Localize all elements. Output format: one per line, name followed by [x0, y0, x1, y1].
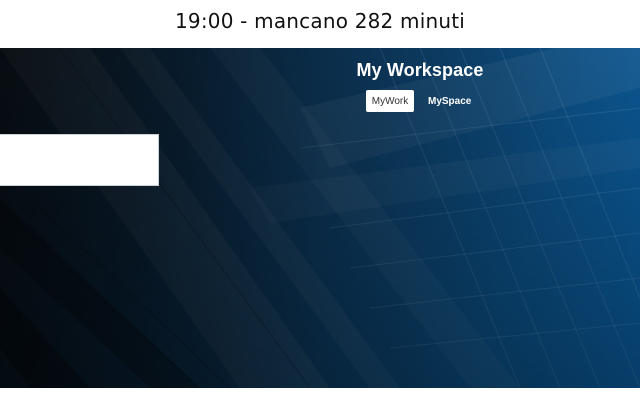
- tab-myspace[interactable]: MySpace: [418, 90, 478, 112]
- workspace-title: My Workspace: [356, 60, 484, 80]
- building-background-image: [0, 48, 640, 388]
- tab-myspace-label: MySpace: [428, 95, 472, 107]
- content-panel[interactable]: [0, 134, 159, 186]
- countdown-bar: 19:00 - mancano 282 minuti: [0, 0, 640, 48]
- tab-mywork[interactable]: MyWork: [366, 90, 414, 112]
- workspace-tabs: MyWork MySpace: [366, 90, 478, 112]
- countdown-text: 19:00 - mancano 282 minuti: [174, 9, 466, 33]
- workspace-hero-banner: My Workspace MyWork MySpace: [0, 48, 640, 388]
- tab-mywork-label: MyWork: [371, 95, 409, 107]
- bottom-margin: [0, 388, 640, 400]
